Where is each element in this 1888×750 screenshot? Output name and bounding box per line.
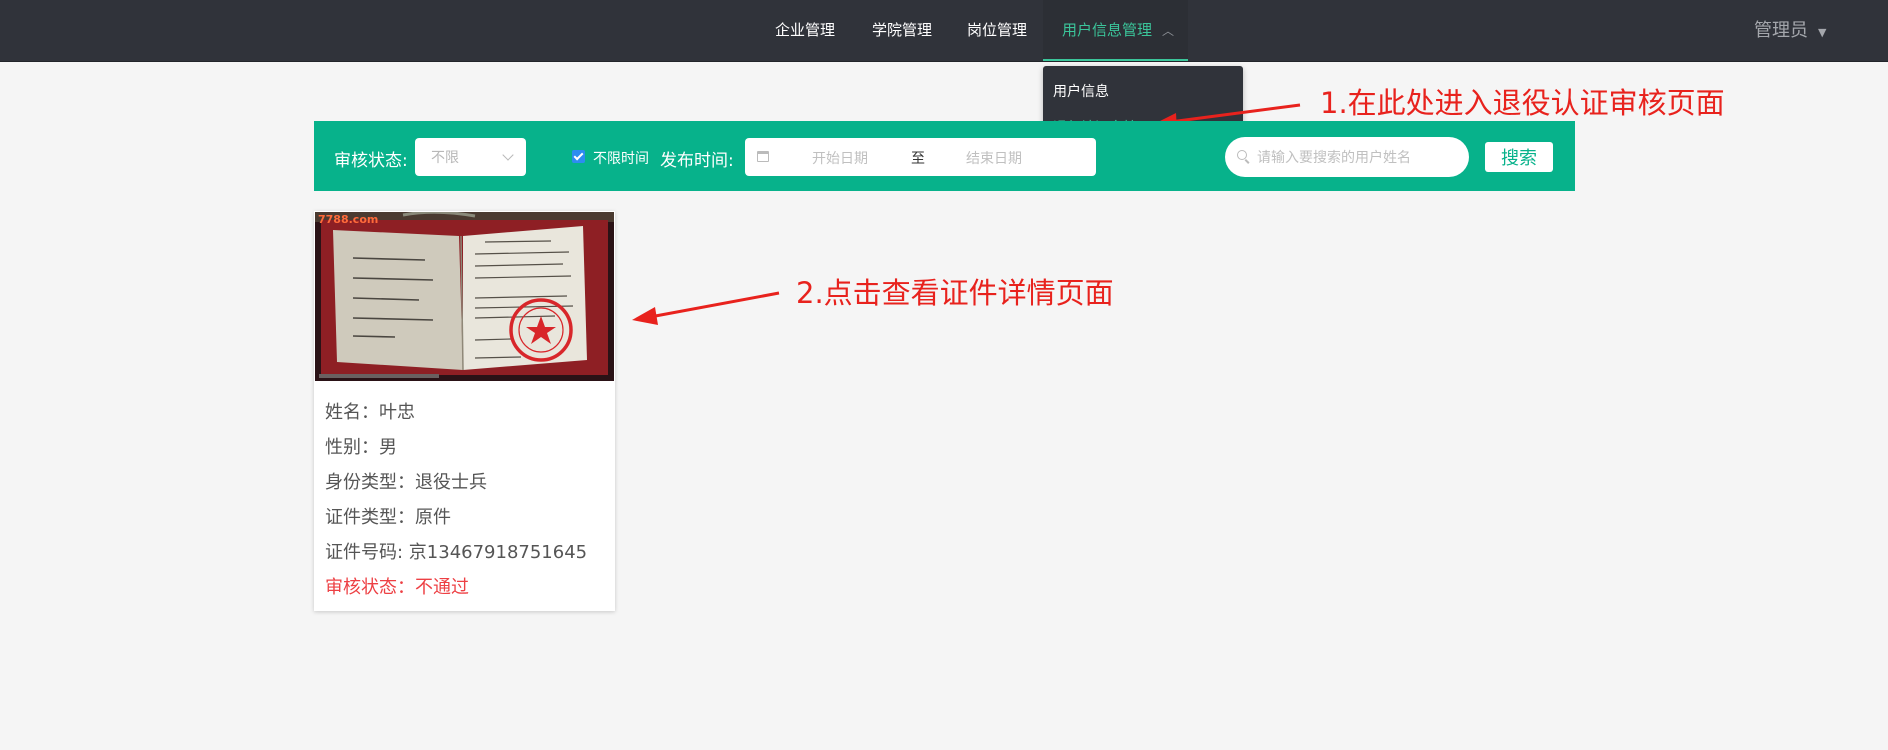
- arrow-step2: [632, 291, 780, 325]
- card-gender: 性别：男: [325, 437, 397, 458]
- end-date-input[interactable]: 结束日期: [966, 148, 1022, 168]
- annotation-step1: 1.在此处进入退役认证审核页面: [1320, 86, 1725, 120]
- certificate-image: 7788.com: [315, 212, 614, 381]
- photo-watermark: 7788.com: [318, 213, 378, 226]
- card-identity-type: 身份类型：退役士兵: [325, 472, 487, 493]
- annotation-step2: 2.点击查看证件详情页面: [796, 276, 1114, 310]
- date-range-separator: 至: [911, 151, 925, 167]
- card-review-status: 审核状态：不通过: [325, 577, 469, 598]
- status-filter-label: 审核状态:: [334, 151, 408, 171]
- status-select[interactable]: 不限: [415, 138, 526, 176]
- status-select-value: 不限: [431, 150, 459, 166]
- unlimited-time-checkbox[interactable]: [572, 150, 585, 163]
- card-name: 姓名：叶忠: [325, 402, 415, 423]
- certificate-photo[interactable]: 7788.com: [315, 212, 614, 381]
- card-document-number: 证件号码: 京13467918751645: [325, 542, 588, 563]
- search-input[interactable]: [1255, 145, 1459, 171]
- search-icon: [1237, 150, 1247, 160]
- search-box: [1225, 137, 1469, 177]
- chevron-down-icon: [502, 149, 514, 161]
- card-document-type: 证件类型：原件: [325, 507, 451, 528]
- unlimited-time-label[interactable]: 不限时间: [593, 148, 649, 168]
- calendar-icon: [757, 151, 769, 162]
- search-button[interactable]: 搜索: [1485, 142, 1553, 172]
- date-range-picker[interactable]: 开始日期 至 结束日期: [745, 138, 1096, 176]
- filter-bar: 审核状态: 不限 不限时间 发布时间: 开始日期 至 结束日期 搜索: [314, 121, 1575, 191]
- publish-time-label: 发布时间:: [660, 151, 734, 171]
- certificate-card[interactable]: 7788.com 姓名：叶忠 性别：男 身份类型：退役士兵 证件类型：原件 证件…: [314, 211, 615, 611]
- start-date-input[interactable]: 开始日期: [812, 148, 868, 168]
